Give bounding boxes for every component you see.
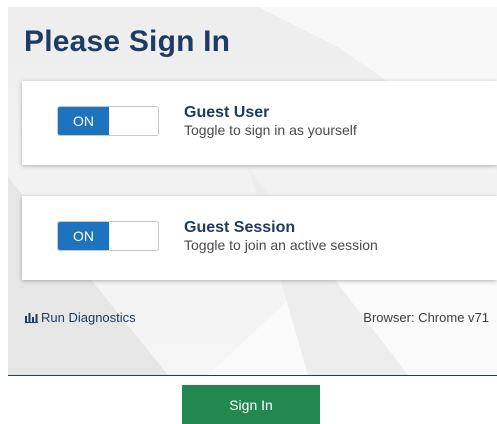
guest-session-text: Guest Session Toggle to join an active s… (184, 219, 378, 254)
guest-user-subtitle: Toggle to sign in as yourself (184, 122, 357, 138)
guest-session-toggle[interactable]: ON (57, 221, 159, 251)
guest-session-subtitle: Toggle to join an active session (184, 237, 378, 253)
sign-in-button[interactable]: Sign In (182, 385, 320, 424)
toggle-off-track (109, 107, 158, 135)
toggle-off-track (109, 222, 158, 250)
run-diagnostics-link[interactable]: Run Diagnostics (25, 310, 136, 325)
browser-info: Browser: Chrome v71 (363, 310, 489, 325)
guest-session-title: Guest Session (184, 219, 296, 236)
guest-user-toggle[interactable]: ON (57, 106, 159, 136)
guest-user-text: Guest User Toggle to sign in as yourself (184, 104, 357, 139)
toggle-on-label: ON (58, 222, 109, 250)
bar-chart-icon (25, 313, 38, 323)
guest-session-card: ON Guest Session Toggle to join an activ… (22, 196, 497, 280)
page-title: Please Sign In (24, 25, 231, 58)
toggle-on-label: ON (58, 107, 109, 135)
sign-in-panel: Please Sign In ON Guest User Toggle to s… (8, 7, 497, 375)
run-diagnostics-label: Run Diagnostics (41, 310, 136, 325)
divider (8, 375, 497, 376)
guest-user-title: Guest User (184, 104, 270, 121)
guest-user-card: ON Guest User Toggle to sign in as yours… (22, 81, 497, 165)
